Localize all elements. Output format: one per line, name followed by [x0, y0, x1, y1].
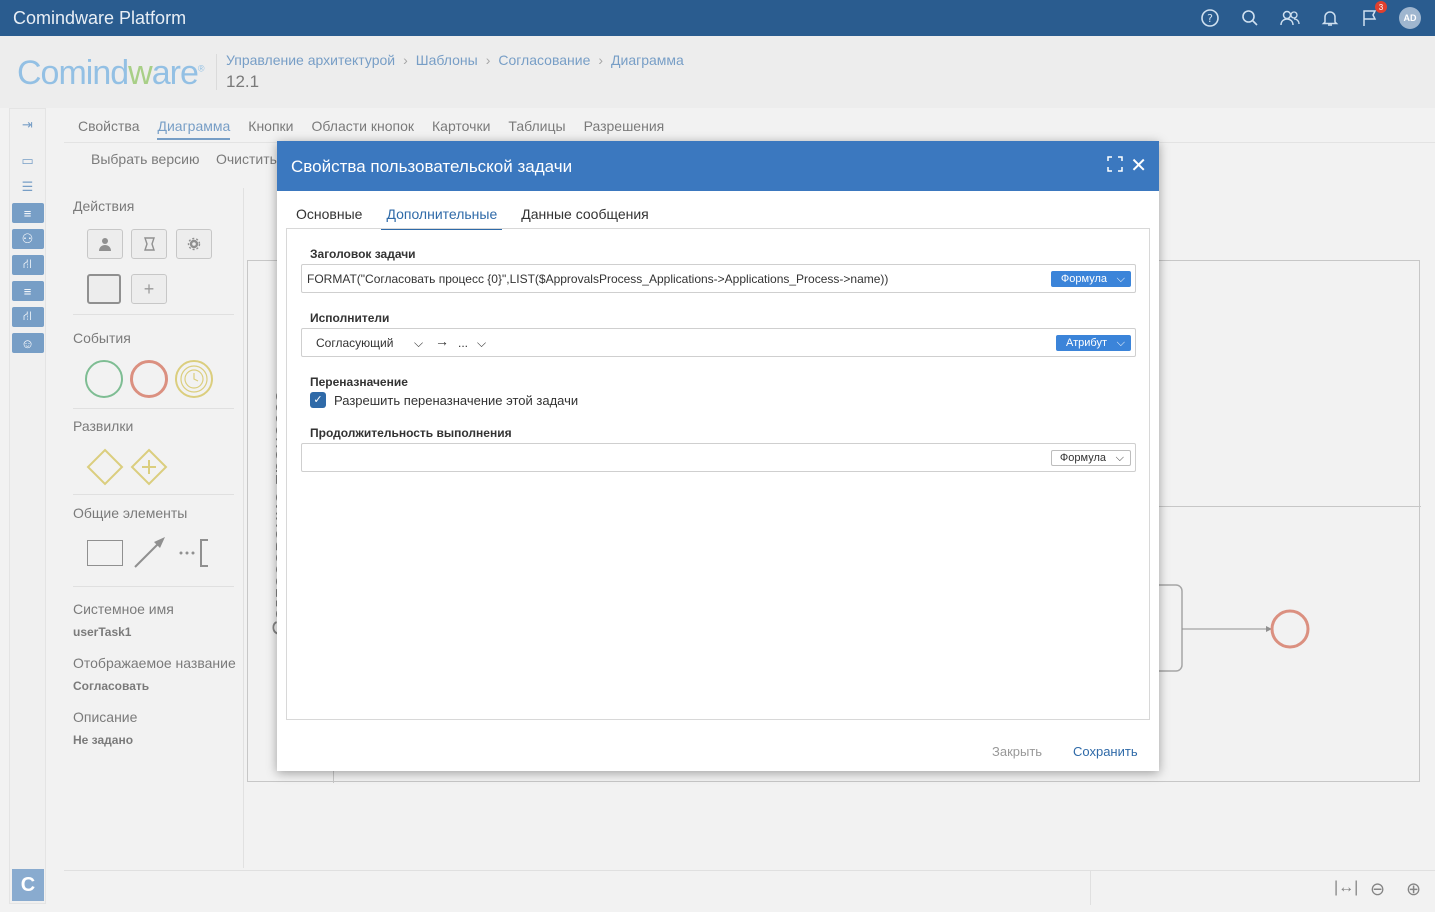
- avatar[interactable]: AD: [1399, 7, 1421, 29]
- dialog-tabs: Основные Дополнительные Данные сообщения: [291, 206, 654, 230]
- reassign-checkbox[interactable]: ✓: [310, 392, 326, 408]
- task-header-field[interactable]: FORMAT("Согласовать процесс {0}",LIST($A…: [301, 264, 1136, 293]
- chevron-down-icon: ⌵: [1115, 452, 1124, 464]
- reassign-label: Переназначение: [310, 375, 408, 389]
- top-icons: ? 3 AD: [1199, 0, 1421, 36]
- duration-field[interactable]: Формула ⌵: [301, 443, 1136, 472]
- save-button[interactable]: Сохранить: [1073, 744, 1138, 759]
- top-bar: Comindware Platform ? 3 AD: [0, 0, 1435, 36]
- dialog-title: Свойства пользовательской задачи: [291, 157, 573, 176]
- dialog-header: Свойства пользовательской задачи ✕: [277, 141, 1159, 191]
- arrow-right-icon: →: [435, 333, 449, 349]
- tab-message-data[interactable]: Данные сообщения: [516, 206, 654, 230]
- duration-mode-dropdown[interactable]: Формула ⌵: [1050, 450, 1131, 466]
- chevron-down-icon[interactable]: ⌵: [477, 336, 486, 351]
- performers-attribute-select[interactable]: Согласующий: [316, 336, 393, 350]
- chevron-down-icon: ⌵: [1116, 337, 1125, 349]
- chevron-down-icon: ⌵: [1116, 273, 1125, 285]
- task-header-label: Заголовок задачи: [310, 247, 416, 261]
- notification-badge: 3: [1375, 1, 1387, 13]
- task-header-mode-dropdown[interactable]: Формула ⌵: [1050, 271, 1131, 287]
- performers-mode-label: Атрибут: [1066, 337, 1107, 349]
- performers-label: Исполнители: [310, 311, 390, 325]
- flag-icon[interactable]: 3: [1359, 1, 1387, 29]
- chevron-down-icon[interactable]: ⌵: [414, 336, 423, 351]
- svg-text:?: ?: [1207, 12, 1213, 25]
- help-icon[interactable]: ?: [1199, 7, 1221, 29]
- tab-additional[interactable]: Дополнительные: [381, 206, 503, 230]
- search-icon[interactable]: [1239, 7, 1261, 29]
- close-button[interactable]: Закрыть: [992, 744, 1042, 759]
- duration-mode-label: Формула: [1059, 452, 1106, 464]
- performers-mode-dropdown[interactable]: Атрибут ⌵: [1056, 335, 1131, 351]
- user-task-properties-dialog: Свойства пользовательской задачи ✕ Основ…: [277, 141, 1159, 771]
- expand-icon[interactable]: [1107, 156, 1123, 177]
- app-title: Comindware Platform: [13, 7, 187, 28]
- tab-basic[interactable]: Основные: [291, 206, 367, 230]
- bell-icon[interactable]: [1319, 7, 1341, 29]
- close-icon[interactable]: ✕: [1130, 153, 1147, 178]
- dialog-body: Заголовок задачи FORMAT("Согласовать про…: [286, 228, 1150, 720]
- users-icon[interactable]: [1279, 7, 1301, 29]
- performers-field[interactable]: Согласующий ⌵ → ... ⌵ Атрибут ⌵: [301, 328, 1136, 357]
- reassign-checkbox-label: Разрешить переназначение этой задачи: [334, 393, 579, 408]
- duration-label: Продолжительность выполнения: [310, 426, 512, 440]
- task-header-value: FORMAT("Согласовать процесс {0}",LIST($A…: [307, 272, 889, 286]
- performers-sub-select[interactable]: ...: [458, 336, 468, 350]
- task-header-mode-label: Формула: [1060, 273, 1107, 285]
